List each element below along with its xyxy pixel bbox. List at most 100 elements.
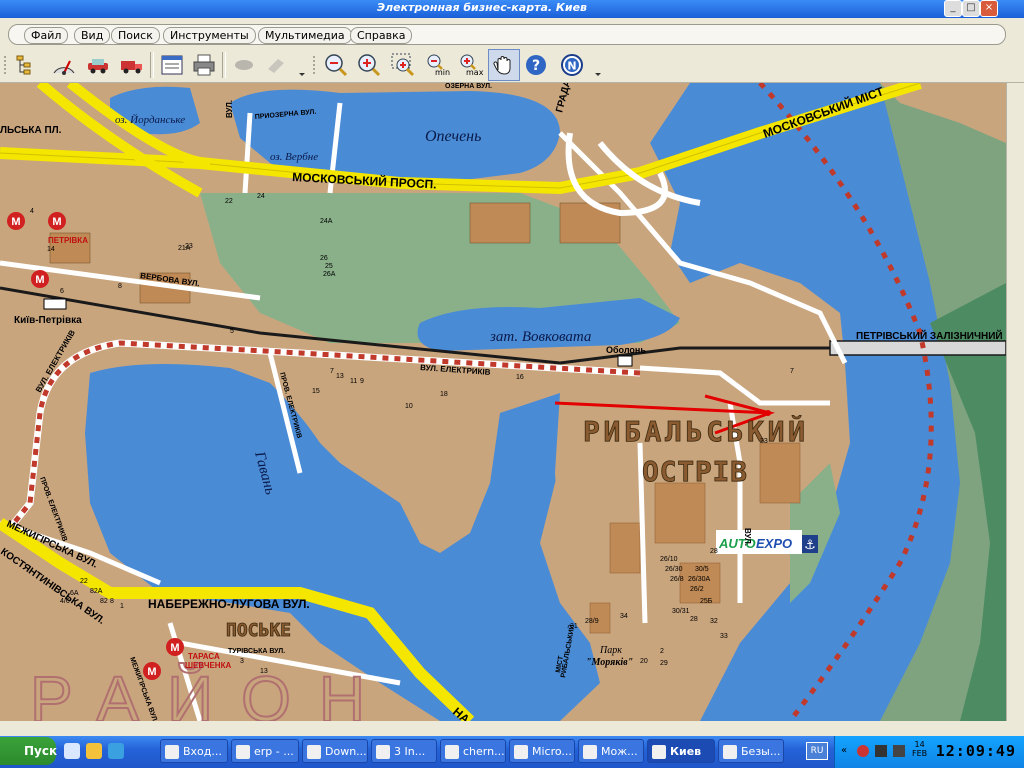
pan-hand-icon[interactable] <box>488 49 520 81</box>
label-park: Парк <box>599 645 622 656</box>
measure-distance-icon[interactable] <box>50 51 78 79</box>
clock[interactable]: 12:09:49 <box>936 739 1016 763</box>
house-number: 32 <box>710 618 718 625</box>
tray-network-icon[interactable] <box>857 745 869 757</box>
house-number: 25 <box>325 263 333 270</box>
task-downloads[interactable]: Down... <box>302 739 368 763</box>
label-park-2: "Моряків" <box>586 657 633 668</box>
toolbar-grip[interactable] <box>312 56 322 78</box>
task-icon <box>376 745 390 759</box>
task-icon <box>236 745 250 759</box>
house-number: 15 <box>312 388 320 395</box>
house-number: 26/30 <box>665 566 683 573</box>
zoom-max-icon[interactable]: max <box>456 51 484 79</box>
label-vul: ВУЛ. <box>225 100 234 118</box>
menu-search[interactable]: Поиск <box>111 27 160 44</box>
house-number: 2 <box>660 648 664 655</box>
label-ozerna: ОЗЕРНА ВУЛ. <box>445 83 492 90</box>
maximize-button[interactable]: □ <box>962 0 980 17</box>
map-svg[interactable]: AUTO EXPO ⚓ МОСКОВСЬКИЙ ПРОСП. МОСКОВСЬК… <box>0 83 1006 721</box>
label-taras-1: ТАРАСА <box>188 652 220 661</box>
quicklaunch-ie-icon[interactable] <box>64 743 80 759</box>
railway-bridge <box>829 340 1006 356</box>
task-opera[interactable]: Мож... <box>578 739 644 763</box>
menu-tools[interactable]: Инструменты <box>163 27 256 44</box>
tray-app-icon[interactable] <box>893 745 905 757</box>
menu-multimedia[interactable]: Мультимедиа <box>258 27 352 44</box>
task-icon <box>583 745 597 759</box>
label-prov-elektrykiv-2: ПРОВ. ЕЛЕКТРИКІВ <box>38 476 68 542</box>
rail-station-icon <box>43 298 67 310</box>
label-naberezhno-luhova: НАБЕРЕЖНО-ЛУГОВА ВУЛ. <box>148 597 310 611</box>
menu-help[interactable]: Справка <box>350 27 413 44</box>
house-number: 22 <box>80 578 88 585</box>
house-number: 3 <box>240 658 244 665</box>
task-internet[interactable]: 3 In... <box>371 739 437 763</box>
label-island-line2: ОСТРІВ <box>642 455 747 488</box>
tray-volume-icon[interactable] <box>875 745 887 757</box>
quicklaunch-browser-icon[interactable] <box>108 743 124 759</box>
help-icon[interactable]: ? <box>522 51 550 79</box>
print-icon[interactable] <box>190 51 218 79</box>
metro-icon-label: М <box>147 666 156 678</box>
tray-chevron-icon[interactable]: « <box>841 745 847 756</box>
house-number: 16 <box>516 374 524 381</box>
toolbar-overflow-chevron[interactable] <box>594 56 604 78</box>
start-button[interactable]: Пуск <box>0 737 57 765</box>
task-erp[interactable]: erp - ... <box>231 739 299 763</box>
north-compass-icon[interactable]: N <box>558 51 586 79</box>
task-kiev-map[interactable]: Киев <box>647 739 715 763</box>
quicklaunch-clock-icon[interactable] <box>86 743 102 759</box>
house-number: 26А <box>323 271 336 278</box>
task-label: Киев <box>670 745 702 758</box>
map-scrollbar[interactable] <box>1006 83 1024 721</box>
language-indicator[interactable]: RU <box>806 742 828 760</box>
house-number: 4/6 <box>60 598 70 605</box>
task-inbox[interactable]: Вход... <box>160 739 228 763</box>
task-chern[interactable]: chern... <box>440 739 506 763</box>
close-button[interactable]: × <box>980 0 998 17</box>
eraser-icon <box>230 51 258 79</box>
label-petrivskyi-zal: ПЕТРІВСЬКИЙ ЗАЛІЗНИЧНИЙ <box>856 329 1003 342</box>
house-number: 33 <box>720 633 728 640</box>
toolbar-overflow-chevron[interactable] <box>298 56 308 78</box>
house-number: 28 <box>710 548 718 555</box>
house-number: 26 <box>320 255 328 262</box>
task-icon <box>723 745 737 759</box>
layers-tree-icon[interactable] <box>12 51 40 79</box>
route-car-icon[interactable] <box>84 51 112 79</box>
house-number: 10 <box>405 403 413 410</box>
menu-view[interactable]: Вид <box>74 27 111 44</box>
label-rayon: РАЙОН <box>30 662 393 721</box>
task-label: erp - ... <box>254 745 294 758</box>
map-canvas[interactable]: AUTO EXPO ⚓ МОСКОВСЬКИЙ ПРОСП. МОСКОВСЬК… <box>0 83 1006 721</box>
label-podil: ПОСЬКЕ <box>226 620 291 641</box>
task-icon <box>165 745 179 759</box>
task-label: Micro... <box>532 745 572 758</box>
zoom-min-icon[interactable]: min <box>423 51 451 79</box>
svg-text:?: ? <box>532 58 540 74</box>
label-petrivka: ПЕТРІВКА <box>48 236 88 245</box>
date-display: 14 FEB <box>912 740 927 758</box>
house-number: 11 <box>350 378 357 385</box>
house-number: 6А <box>70 590 79 597</box>
info-panel-icon[interactable] <box>158 51 186 79</box>
minimize-button[interactable]: _ <box>944 0 962 17</box>
menu-file[interactable]: Файл <box>24 27 69 44</box>
task-label: Down... <box>325 745 367 758</box>
zoom-window-icon[interactable] <box>389 51 417 79</box>
zoom-max-label: max <box>466 68 484 77</box>
house-number: 30/5 <box>695 566 709 573</box>
label-turivska: ТУРІВСЬКА ВУЛ. <box>228 648 285 655</box>
task-excel[interactable]: Micro... <box>509 739 575 763</box>
toolbar: min max ? N <box>0 48 1024 83</box>
route-truck-icon[interactable] <box>118 51 146 79</box>
zoom-in-icon[interactable] <box>355 51 383 79</box>
metro-icon-label: М <box>35 274 44 286</box>
house-number: 8 <box>110 598 114 605</box>
metro-icon-label: М <box>170 642 179 654</box>
zoom-out-icon[interactable] <box>322 51 350 79</box>
date-day: 14 <box>914 740 925 749</box>
task-untitled[interactable]: Безы... <box>718 739 784 763</box>
house-number: 18 <box>440 391 448 398</box>
